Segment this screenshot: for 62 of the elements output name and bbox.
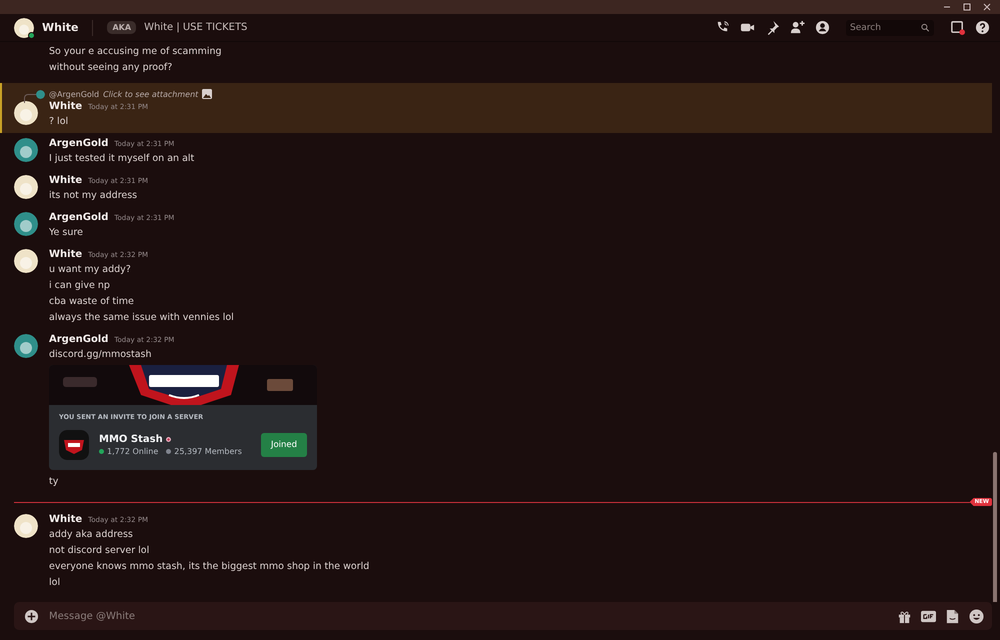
- avatar: [14, 334, 38, 358]
- message-text: ty: [49, 475, 60, 489]
- members-dot: [166, 449, 172, 454]
- gift-icon[interactable]: [897, 608, 912, 624]
- author-name: White: [49, 514, 82, 525]
- verified-badge-icon: [166, 437, 171, 442]
- message-text: cba waste of time: [49, 295, 135, 309]
- aka-names: White | USE TICKETS: [144, 22, 248, 33]
- message-text: always the same issue with vennies lol: [49, 311, 234, 325]
- reply-author: @ArgenGold: [49, 90, 100, 98]
- author-name: ArgenGold: [49, 334, 108, 345]
- author-name: White: [49, 249, 82, 260]
- reply-avatar: [36, 90, 45, 98]
- message-text: discord.gg/mmostash: [49, 348, 152, 362]
- inbox-icon[interactable]: [950, 20, 965, 35]
- message-text: not discord server lol: [49, 544, 150, 558]
- reply-preview: Click to see attachment: [103, 90, 198, 98]
- online-count: 1,772 Online: [107, 447, 158, 456]
- gif-icon[interactable]: [921, 608, 936, 624]
- message-field[interactable]: Message @White: [14, 602, 992, 630]
- maximize-icon[interactable]: [962, 2, 972, 12]
- message-input[interactable]: Message @White: [49, 610, 887, 622]
- emoji-icon[interactable]: [969, 608, 984, 624]
- aka-badge: AKA: [107, 21, 136, 34]
- message-text: I just tested it myself on an alt: [49, 152, 194, 166]
- server-icon: [59, 430, 89, 460]
- sticker-icon[interactable]: [945, 608, 960, 624]
- search-field[interactable]: Search: [846, 20, 934, 36]
- search-input[interactable]: Search: [850, 22, 920, 32]
- add-friend-icon[interactable]: [790, 20, 805, 35]
- avatar: [14, 514, 38, 538]
- message-text: So your e accusing me of scamming: [49, 45, 222, 59]
- message-text: u want my addy?: [49, 263, 132, 277]
- close-icon[interactable]: [982, 2, 992, 12]
- help-icon[interactable]: [975, 20, 990, 35]
- avatar: [14, 138, 38, 162]
- joined-button[interactable]: Joined: [261, 433, 307, 457]
- message-text: everyone knows mmo stash, its the biggest mmo shop in the world: [49, 560, 370, 574]
- add-icon[interactable]: [24, 608, 39, 624]
- author-name: ArgenGold: [49, 138, 108, 149]
- avatar: [14, 18, 34, 38]
- server-name: MMO Stash: [99, 434, 163, 445]
- message-text: lol: [49, 576, 62, 590]
- author-name: White: [49, 175, 82, 186]
- avatar: [14, 249, 38, 273]
- message-text: its not my address: [49, 189, 138, 203]
- avatar: [14, 101, 38, 125]
- user-name: White: [42, 21, 78, 34]
- image-icon: [202, 89, 212, 99]
- author-name: ArgenGold: [49, 212, 108, 223]
- message-text: addy aka address: [49, 528, 134, 542]
- message-text: ? lol: [49, 115, 70, 129]
- member-count: 25,397 Members: [174, 447, 242, 456]
- profile-icon[interactable]: [815, 20, 830, 35]
- message-text: i can give np: [49, 279, 111, 293]
- avatar: [14, 212, 38, 236]
- online-dot: [99, 449, 104, 454]
- avatar: [14, 175, 38, 199]
- pin-icon[interactable]: [765, 20, 780, 35]
- message-text: without seeing any proof?: [49, 61, 174, 75]
- message-text: Ye sure: [49, 226, 84, 240]
- author-name: White: [49, 101, 82, 112]
